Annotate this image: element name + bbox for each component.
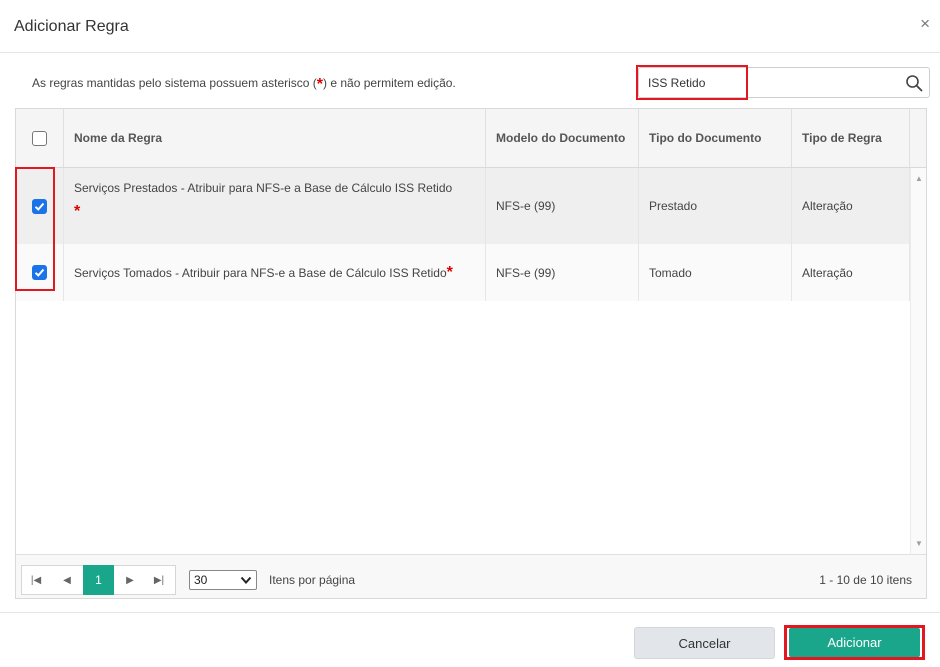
info-text-prefix: As regras mantidas pelo sistema possuem … [32,76,317,90]
tipo-documento-cell: Prestado [639,168,792,244]
rules-grid: Nome da Regra Modelo do Documento Tipo d… [15,108,927,599]
add-button-highlight-box [784,625,925,660]
search-highlight-box [636,65,748,100]
tipo-regra-cell: Alteração [792,244,910,301]
page-size-value: 30 [194,573,208,587]
table-row[interactable]: Serviços Tomados - Atribuir para NFS-e a… [16,244,910,301]
scroll-down-icon[interactable]: ▼ [915,539,923,548]
rule-name: Serviços Tomados - Atribuir para NFS-e a… [74,265,447,280]
column-header-tipo-documento[interactable]: Tipo do Documento [639,109,792,167]
header-select-all-cell [16,109,64,167]
info-text: As regras mantidas pelo sistema possuem … [32,76,456,94]
pager-info: 1 - 10 de 10 itens [819,573,912,587]
current-page-button[interactable]: 1 [83,565,114,595]
system-rule-asterisk: * [446,263,453,281]
rule-name: Serviços Prestados - Atribuir para NFS-e… [74,181,453,195]
scroll-up-icon[interactable]: ▲ [915,174,923,183]
select-all-checkbox[interactable] [32,130,47,146]
column-header-tipo-regra[interactable]: Tipo de Regra [792,109,910,167]
rule-name-cell: Serviços Tomados - Atribuir para NFS-e a… [64,244,486,301]
page-size-select[interactable]: 30 [189,570,257,590]
vertical-scrollbar[interactable]: ▲ ▼ [910,168,926,554]
column-header-modelo[interactable]: Modelo do Documento [486,109,639,167]
tipo-documento-cell: Tomado [639,244,792,301]
dialog-title: Adicionar Regra [14,18,129,35]
footer-divider [0,612,940,613]
info-text-suffix: ) e não permitem edição. [323,76,456,90]
table-row[interactable]: Serviços Prestados - Atribuir para NFS-e… [16,168,910,244]
system-rule-asterisk: * [74,203,81,220]
page-size-label: Itens por página [269,573,356,587]
search-icon[interactable] [905,74,923,92]
chevron-down-icon [240,576,252,584]
last-page-icon[interactable]: ▶| [148,565,170,595]
tipo-regra-cell: Alteração [792,168,910,244]
checkbox-highlight-box [15,167,55,291]
grid-pager: |◀ ◀ 1 ▶ ▶| 30 Itens por página 1 - 10 d… [16,554,926,598]
prev-page-icon[interactable]: ◀ [56,565,78,595]
dialog-header: Adicionar Regra × [0,0,940,53]
first-page-icon[interactable]: |◀ [25,565,47,595]
grid-header: Nome da Regra Modelo do Documento Tipo d… [16,109,926,168]
close-icon[interactable]: × [920,15,930,32]
add-rule-dialog: Adicionar Regra × As regras mantidas pel… [0,0,940,667]
column-header-name[interactable]: Nome da Regra [64,109,486,167]
modelo-cell: NFS-e (99) [486,244,639,301]
rule-name-cell: Serviços Prestados - Atribuir para NFS-e… [64,168,486,244]
cancel-button[interactable]: Cancelar [634,627,775,659]
modelo-cell: NFS-e (99) [486,168,639,244]
next-page-icon[interactable]: ▶ [119,565,141,595]
